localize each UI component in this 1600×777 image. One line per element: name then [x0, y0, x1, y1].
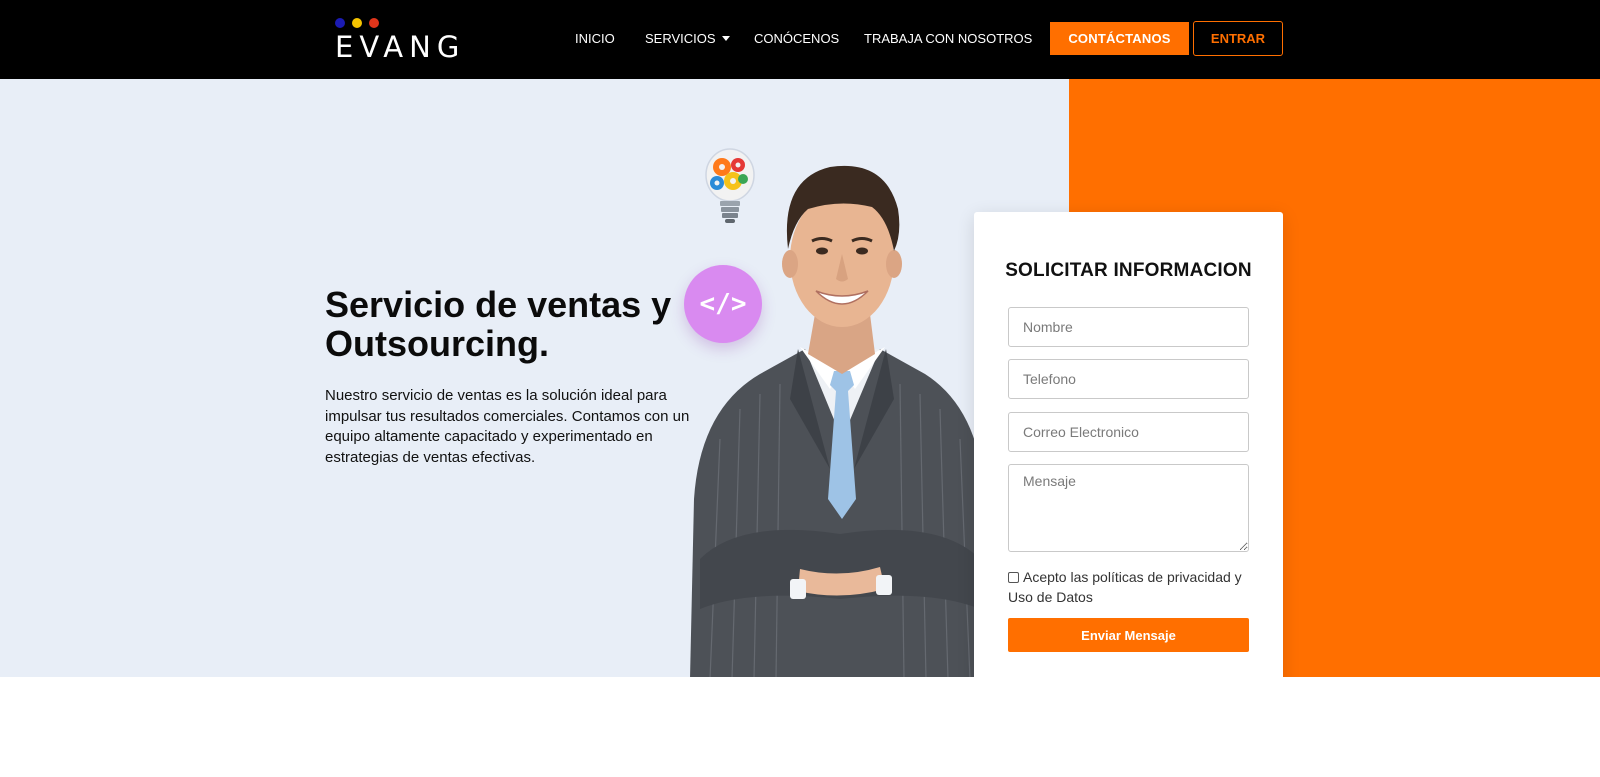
send-message-button[interactable]: Enviar Mensaje	[1008, 618, 1249, 652]
privacy-consent[interactable]: Acepto las políticas de privacidad y Uso…	[1008, 567, 1258, 607]
name-field[interactable]	[1008, 307, 1249, 347]
email-field[interactable]	[1008, 412, 1249, 452]
info-request-form: SOLICITAR INFORMACION Acepto las polític…	[974, 212, 1283, 677]
logo-dot-blue	[335, 18, 345, 28]
hero-headline: Servicio de ventas y Outsourcing.	[325, 284, 672, 364]
message-field[interactable]	[1008, 464, 1249, 552]
chevron-down-icon	[721, 36, 730, 42]
phone-field[interactable]	[1008, 359, 1249, 399]
site-header: EVANG INICIO SERVICIOS CONÓCENOS TRABAJA…	[0, 0, 1600, 79]
nav-item-trabaja[interactable]: TRABAJA CON NOSOTROS	[864, 28, 1032, 50]
code-icon: </>	[684, 265, 762, 343]
main-nav: INICIO SERVICIOS CONÓCENOS TRABAJA CON N…	[0, 28, 1600, 50]
nav-item-inicio[interactable]: INICIO	[575, 28, 615, 50]
consent-checkbox[interactable]	[1008, 572, 1019, 583]
contact-button[interactable]: CONTÁCTANOS	[1050, 22, 1189, 55]
hero-paragraph: Nuestro servicio de ventas es la solució…	[325, 387, 690, 466]
logo-dot-yellow	[352, 18, 362, 28]
consent-label: Acepto las políticas de privacidad y Uso…	[1008, 569, 1242, 605]
nav-item-servicios[interactable]: SERVICIOS	[645, 28, 730, 50]
logo-dot-red	[369, 18, 379, 28]
hero-section: Servicio de ventas y Outsourcing. Nuestr…	[0, 79, 1600, 677]
login-button[interactable]: ENTRAR	[1193, 21, 1283, 56]
businessman-photo	[690, 165, 992, 677]
nav-item-servicios-label: SERVICIOS	[645, 31, 716, 46]
nav-item-conocenos[interactable]: CONÓCENOS	[754, 28, 839, 50]
form-title: SOLICITAR INFORMACION	[1005, 260, 1252, 281]
